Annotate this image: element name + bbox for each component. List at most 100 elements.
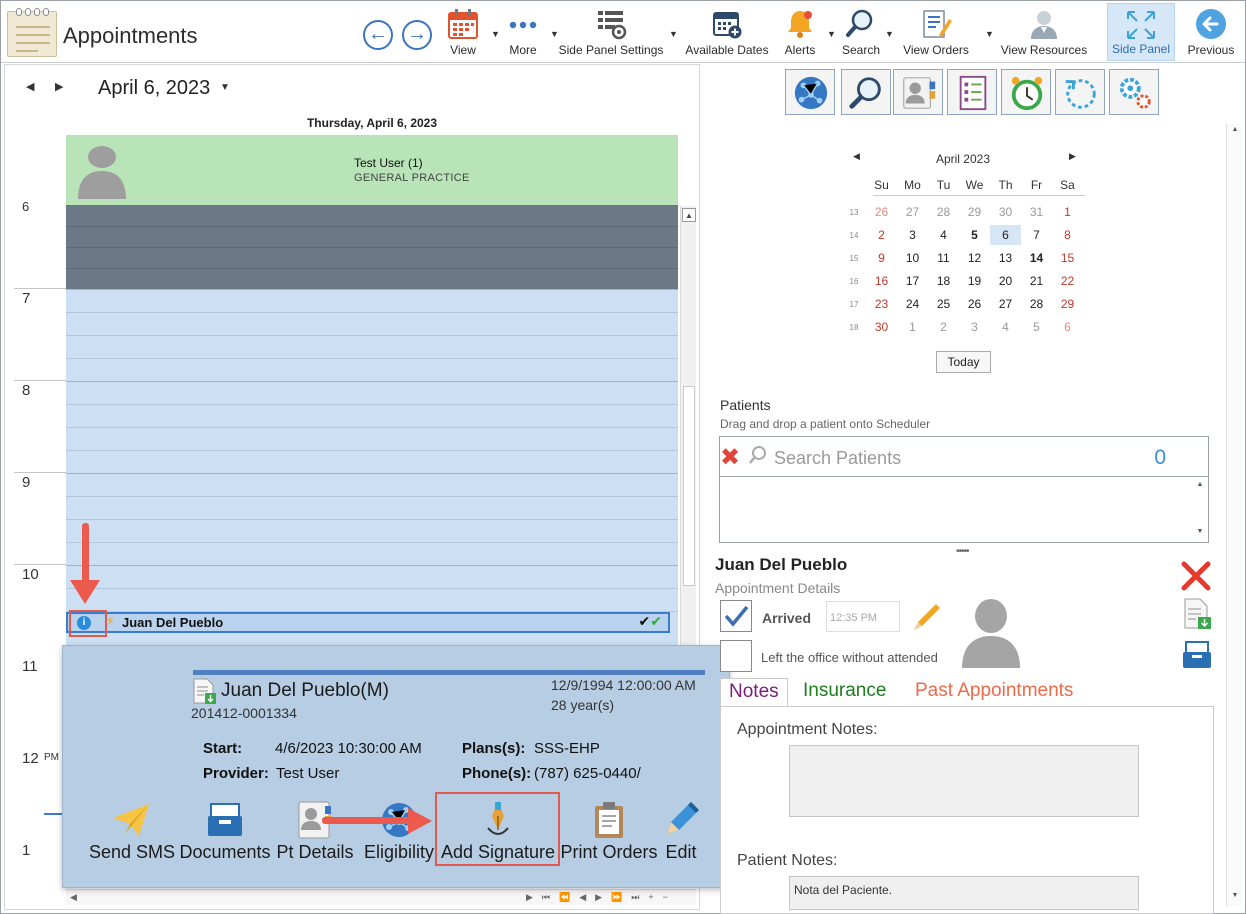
- arrived-checkbox[interactable]: [720, 600, 752, 632]
- today-button[interactable]: Today: [936, 351, 991, 373]
- calendar-day[interactable]: 14: [1021, 248, 1052, 268]
- clear-search-icon[interactable]: ✖: [720, 443, 740, 472]
- calendar-day[interactable]: 5: [959, 225, 990, 245]
- available-dates-button[interactable]: Available Dates: [683, 3, 771, 61]
- calendar-day[interactable]: 23: [866, 294, 897, 314]
- calendar-day[interactable]: 7: [1021, 225, 1052, 245]
- scroll-up-icon[interactable]: ▲: [1194, 481, 1206, 493]
- calendar-day[interactable]: 15: [1052, 248, 1083, 268]
- edit-button[interactable]: Edit: [657, 798, 705, 870]
- calendar-day[interactable]: 11: [928, 248, 959, 268]
- search-input[interactable]: Search Patients: [774, 448, 901, 469]
- appointment-bar[interactable]: i ⚡ Juan Del Pueblo ✔✔: [66, 612, 670, 633]
- calendar-day[interactable]: 26: [959, 294, 990, 314]
- scroll-down-icon[interactable]: ▼: [1194, 528, 1206, 540]
- side-search-button[interactable]: [841, 69, 891, 115]
- side-refresh-button[interactable]: [1055, 69, 1105, 115]
- scheduler-horizontal-scrollbar[interactable]: ◀ ▶⏮⏪◀▶⏩⏭+−: [66, 889, 696, 905]
- cancel-icon[interactable]: [1180, 560, 1212, 592]
- patient-search-box[interactable]: ✖ Search Patients 0: [719, 436, 1209, 477]
- side-settings-button[interactable]: [1109, 69, 1159, 115]
- view-orders-dropdown-icon[interactable]: ▼: [985, 29, 994, 39]
- mini-cal-next-icon[interactable]: ▶: [1069, 151, 1076, 162]
- alerts-button[interactable]: Alerts: [779, 3, 821, 61]
- calendar-day[interactable]: 27: [897, 202, 928, 222]
- document-download-icon[interactable]: [1182, 598, 1212, 630]
- date-title[interactable]: April 6, 2023: [98, 77, 210, 100]
- view-dropdown-icon[interactable]: ▼: [491, 29, 500, 39]
- calendar-day[interactable]: 25: [928, 294, 959, 314]
- side-patient-card-button[interactable]: [893, 69, 943, 115]
- alerts-dropdown-icon[interactable]: ▼: [827, 29, 836, 39]
- calendar-day[interactable]: 21: [1021, 271, 1052, 291]
- scroll-up-icon[interactable]: ▲: [1229, 126, 1241, 138]
- tab-past-appointments[interactable]: Past Appointments: [907, 678, 1081, 708]
- side-panel-settings-dropdown-icon[interactable]: ▼: [669, 29, 678, 39]
- calendar-day[interactable]: 31: [1021, 202, 1052, 222]
- calendar-day[interactable]: 28: [928, 202, 959, 222]
- calendar-day[interactable]: 1: [897, 317, 928, 337]
- next-day-icon[interactable]: ▶: [55, 80, 63, 93]
- calendar-day[interactable]: 13: [990, 248, 1021, 268]
- calendar-day[interactable]: 2: [866, 225, 897, 245]
- tab-insurance[interactable]: Insurance: [795, 678, 894, 708]
- calendar-day[interactable]: 19: [959, 271, 990, 291]
- calendar-day[interactable]: 26: [866, 202, 897, 222]
- calendar-day[interactable]: 16: [866, 271, 897, 291]
- scroll-down-icon[interactable]: ▼: [1229, 892, 1241, 904]
- calendar-day[interactable]: 28: [1021, 294, 1052, 314]
- calendar-day[interactable]: 4: [928, 225, 959, 245]
- view-resources-button[interactable]: View Resources: [999, 3, 1089, 61]
- scroll-left-icon[interactable]: ◀: [70, 892, 77, 903]
- calendar-day[interactable]: 2: [928, 317, 959, 337]
- arrived-time-field[interactable]: 12:35 PM: [826, 601, 900, 632]
- calendar-day[interactable]: 6: [990, 225, 1021, 245]
- back-arrow-icon[interactable]: ←: [363, 20, 393, 50]
- previous-button[interactable]: Previous: [1183, 3, 1239, 61]
- calendar-day[interactable]: 30: [990, 202, 1021, 222]
- calendar-day[interactable]: 30: [866, 317, 897, 337]
- calendar-day[interactable]: 3: [959, 317, 990, 337]
- documents-button[interactable]: Documents: [177, 798, 273, 870]
- forward-arrow-icon[interactable]: →: [402, 20, 432, 50]
- send-sms-button[interactable]: Send SMS: [89, 798, 175, 870]
- calendar-day[interactable]: 17: [897, 271, 928, 291]
- side-checklist-button[interactable]: [947, 69, 997, 115]
- calendar-day[interactable]: 20: [990, 271, 1021, 291]
- view-button[interactable]: View: [441, 3, 485, 61]
- splitter-handle[interactable]: •••••: [956, 546, 969, 557]
- pencil-icon[interactable]: [910, 600, 944, 634]
- side-panel-scrollbar[interactable]: ▲ ▼: [1226, 124, 1242, 906]
- calendar-day[interactable]: 6: [1052, 317, 1083, 337]
- calendar-day[interactable]: 24: [897, 294, 928, 314]
- side-panel-settings-button[interactable]: Side Panel Settings: [557, 3, 665, 61]
- appointment-notes-field[interactable]: [789, 745, 1139, 817]
- calendar-day[interactable]: 10: [897, 248, 928, 268]
- patients-list[interactable]: ▲ ▼: [719, 477, 1209, 543]
- calendar-day[interactable]: 27: [990, 294, 1021, 314]
- side-panel-button[interactable]: Side Panel: [1107, 3, 1175, 61]
- view-orders-button[interactable]: View Orders: [899, 3, 973, 61]
- calendar-day[interactable]: 5: [1021, 317, 1052, 337]
- calendar-day[interactable]: 4: [990, 317, 1021, 337]
- previous-day-icon[interactable]: ◀: [26, 80, 34, 93]
- scroll-up-icon[interactable]: ▲: [682, 208, 696, 222]
- patient-notes-field[interactable]: Nota del Paciente.: [789, 876, 1139, 910]
- date-dropdown-icon[interactable]: ▼: [220, 82, 230, 93]
- search-button[interactable]: Search: [839, 3, 883, 61]
- left-office-checkbox[interactable]: [720, 640, 752, 672]
- more-button[interactable]: More: [501, 3, 545, 61]
- side-alarm-button[interactable]: [1001, 69, 1051, 115]
- print-orders-button[interactable]: Print Orders: [559, 798, 659, 870]
- calendar-day[interactable]: 18: [928, 271, 959, 291]
- calendar-day[interactable]: 8: [1052, 225, 1083, 245]
- search-dropdown-icon[interactable]: ▼: [885, 29, 894, 39]
- calendar-day[interactable]: 22: [1052, 271, 1083, 291]
- calendar-day[interactable]: 12: [959, 248, 990, 268]
- calendar-day[interactable]: 9: [866, 248, 897, 268]
- calendar-day[interactable]: 1: [1052, 202, 1083, 222]
- calendar-day[interactable]: 29: [1052, 294, 1083, 314]
- calendar-day[interactable]: 29: [959, 202, 990, 222]
- inbox-tray-icon[interactable]: [1181, 640, 1213, 670]
- calendar-day[interactable]: 3: [897, 225, 928, 245]
